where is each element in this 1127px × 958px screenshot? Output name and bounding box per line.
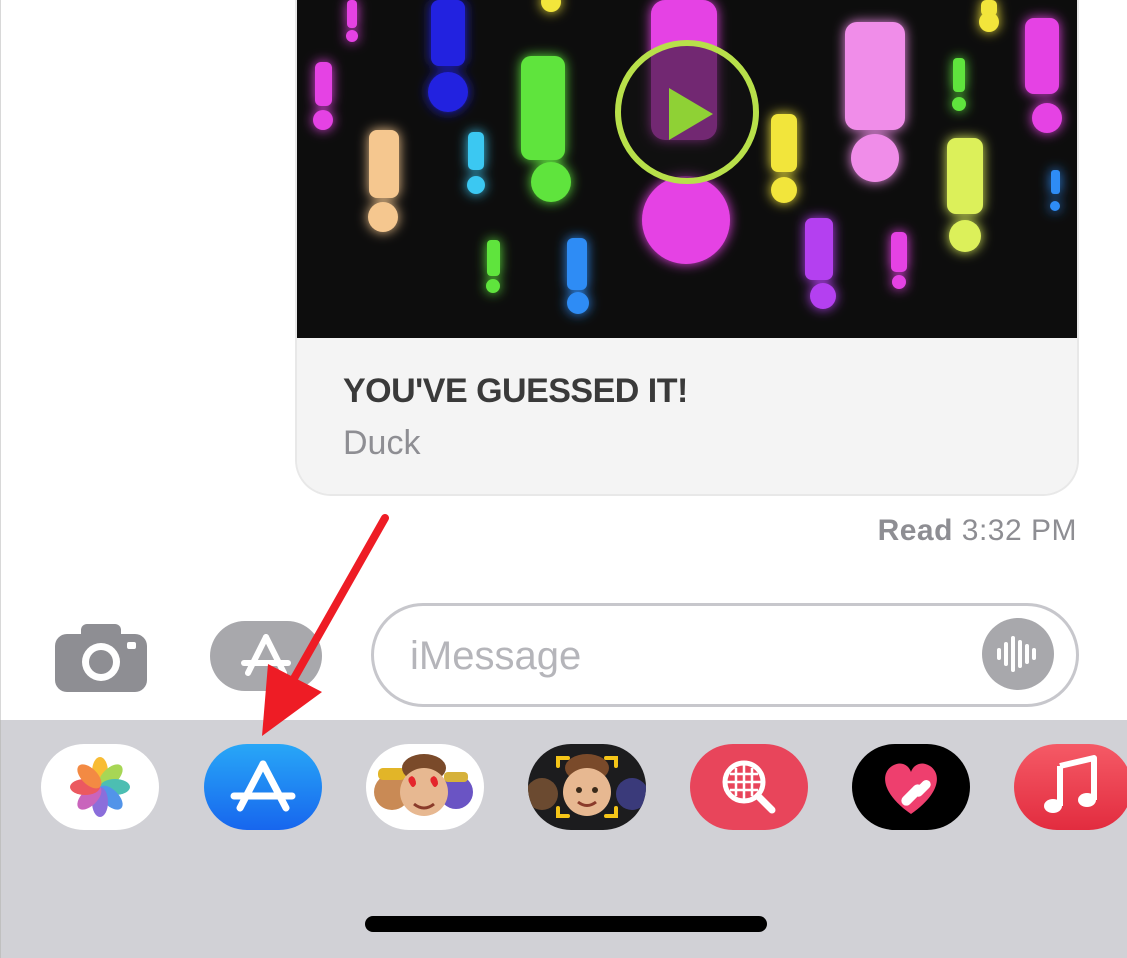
digital-touch-app-button[interactable] (852, 744, 970, 830)
play-button[interactable] (615, 40, 759, 184)
audio-message-button[interactable] (982, 618, 1054, 690)
apps-button[interactable] (210, 621, 322, 691)
app-store-app-button[interactable] (204, 744, 322, 830)
message-card-title: YOU'VE GUESSED IT! (343, 372, 688, 410)
read-receipt: Read 3:32 PM (878, 514, 1077, 548)
message-card-subtitle: Duck (343, 424, 421, 462)
imessage-input[interactable] (410, 628, 970, 684)
camera-icon (55, 624, 147, 692)
memoji-stickers-app-button[interactable] (366, 744, 484, 830)
music-icon (1044, 755, 1097, 813)
audio-waveform-icon (997, 636, 1036, 672)
app-drawer (0, 720, 1127, 958)
home-indicator[interactable] (365, 916, 767, 932)
memoji-stickers-icon (374, 754, 473, 816)
memoji-camera-icon (528, 754, 646, 818)
game-message-bubble[interactable]: YOU'VE GUESSED IT! Duck (295, 0, 1079, 496)
camera-button[interactable] (55, 624, 147, 692)
read-label: Read (877, 514, 953, 547)
game-preview-image[interactable] (297, 0, 1077, 338)
memoji-app-button[interactable] (528, 744, 646, 830)
read-time: 3:32 PM (961, 514, 1077, 547)
digital-touch-icon (885, 763, 937, 814)
app-store-icon (241, 634, 291, 676)
music-app-button[interactable] (1014, 744, 1127, 830)
app-store-icon (230, 760, 296, 812)
imessage-field[interactable] (371, 603, 1079, 707)
conversation-area: YOU'VE GUESSED IT! Duck Read 3:32 PM (0, 0, 1127, 720)
photos-icon (70, 757, 130, 817)
photos-app-button[interactable] (41, 744, 159, 830)
play-icon (669, 88, 713, 140)
image-search-icon (722, 760, 776, 814)
images-app-button[interactable] (690, 744, 808, 830)
message-card-caption: YOU'VE GUESSED IT! Duck (297, 338, 1077, 494)
